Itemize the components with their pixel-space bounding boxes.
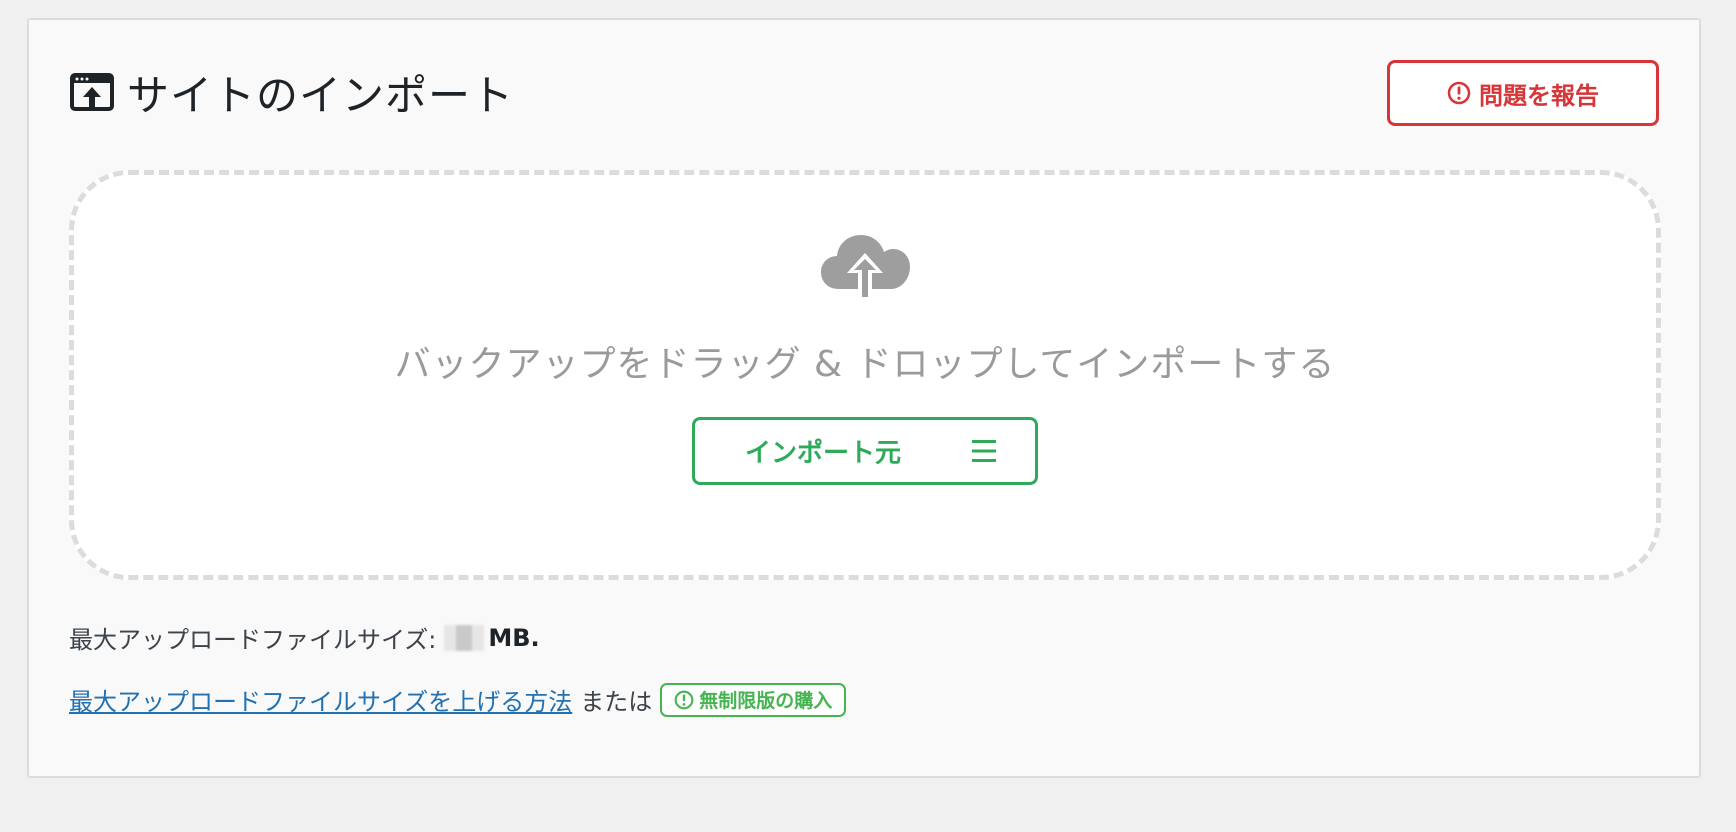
report-problem-button[interactable]: 問題を報告 (1387, 60, 1659, 126)
cloud-upload-icon (817, 227, 913, 307)
alert-circle-icon (674, 690, 694, 710)
help-row: 最大アップロードファイルサイズを上げる方法 または 無制限版の購入 (69, 682, 847, 717)
page-title: サイトのインポート (127, 70, 515, 120)
menu-icon (971, 438, 997, 464)
site-import-icon (69, 69, 115, 115)
max-upload-size-value-redacted (444, 624, 485, 651)
backup-dropzone[interactable]: バックアップをドラッグ & ドロップしてインポートする インポート元 (69, 170, 1661, 580)
report-problem-label: 問題を報告 (1479, 81, 1599, 110)
dropzone-instruction: バックアップをドラッグ & ドロップしてインポートする (394, 344, 1336, 385)
increase-upload-size-link[interactable]: 最大アップロードファイルサイズを上げる方法 (69, 682, 572, 717)
max-upload-size-unit: MB. (488, 623, 540, 652)
import-from-label: インポート元 (745, 438, 902, 469)
max-upload-size: 最大アップロードファイルサイズ: MB. (69, 620, 540, 655)
or-text: または (580, 688, 653, 716)
alert-circle-icon (1447, 81, 1471, 105)
page-header: サイトのインポート (69, 62, 514, 122)
import-from-button[interactable]: インポート元 (692, 417, 1038, 485)
import-panel: サイトのインポート 問題を報告 バックアップをドラッグ & ドロップしてインポー… (27, 18, 1701, 778)
buy-unlimited-label: 無制限版の購入 (699, 690, 833, 712)
buy-unlimited-button[interactable]: 無制限版の購入 (660, 682, 847, 717)
max-upload-size-label: 最大アップロードファイルサイズ: (69, 626, 437, 654)
